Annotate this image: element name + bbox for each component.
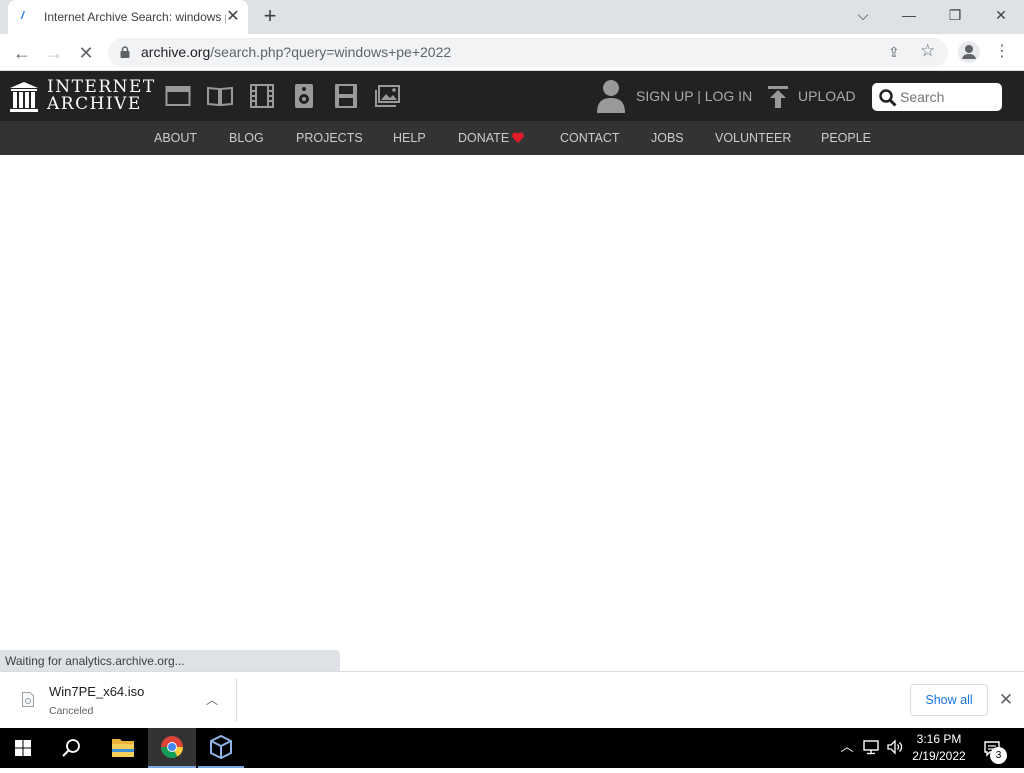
- stop-loading-button[interactable]: ✕: [73, 40, 99, 66]
- archive-building-icon: [10, 82, 38, 112]
- page-content-area: [0, 155, 1024, 650]
- browser-toolbar: ← → ✕ archive.org/search.php?query=windo…: [0, 34, 1024, 71]
- nav-about[interactable]: ABOUT: [154, 131, 197, 145]
- tab-search-icon[interactable]: ⌵: [840, 0, 886, 30]
- clock-date[interactable]: 2/19/2022: [906, 749, 972, 763]
- software-icon[interactable]: [333, 84, 359, 108]
- nav-projects[interactable]: PROJECTS: [296, 131, 363, 145]
- person-icon: [962, 45, 976, 59]
- file-explorer-button[interactable]: [100, 728, 146, 768]
- images-icon[interactable]: [375, 84, 401, 108]
- lock-icon[interactable]: [120, 46, 130, 58]
- video-icon[interactable]: [249, 84, 275, 108]
- download-file-name[interactable]: Win7PE_x64.iso: [49, 684, 144, 699]
- web-icon[interactable]: [165, 84, 191, 108]
- network-icon[interactable]: [862, 738, 880, 756]
- volume-icon[interactable]: [886, 738, 904, 756]
- nav-people[interactable]: PEOPLE: [821, 131, 871, 145]
- status-bubble: Waiting for analytics.archive.org...: [0, 650, 340, 671]
- close-download-shelf-icon[interactable]: ✕: [996, 690, 1016, 710]
- tab-title: Internet Archive Search: windows pe 2022: [44, 10, 226, 24]
- search-icon: [62, 739, 80, 757]
- upload-icon[interactable]: [768, 86, 788, 108]
- texts-icon[interactable]: [207, 84, 233, 108]
- show-hidden-icons-icon[interactable]: ︿: [838, 738, 856, 756]
- show-all-button[interactable]: Show all: [910, 684, 988, 716]
- url-host: archive.org: [141, 44, 211, 60]
- new-tab-button[interactable]: +: [259, 5, 281, 27]
- url-path: /search.php?query=windows+pe+2022: [210, 44, 452, 60]
- start-button[interactable]: [0, 728, 46, 768]
- notification-count-badge: 3: [990, 747, 1007, 764]
- profile-avatar-icon[interactable]: [958, 41, 980, 63]
- search-icon[interactable]: [879, 89, 897, 107]
- virtualbox-icon: [210, 734, 232, 760]
- page-loading-icon: /: [21, 10, 25, 22]
- ia-header: INTERNET ARCHIVE SIGN UP | LOG IN UPLOAD…: [0, 71, 1024, 121]
- back-button[interactable]: ←: [9, 40, 35, 66]
- nav-donate[interactable]: DONATE: [458, 131, 509, 145]
- tab-strip: / Internet Archive Search: windows pe 20…: [0, 0, 1024, 34]
- clock-time[interactable]: 3:16 PM: [906, 732, 972, 746]
- restore-button[interactable]: ❐: [932, 0, 978, 30]
- close-window-button[interactable]: ✕: [978, 0, 1024, 30]
- chevron-up-icon[interactable]: ︿: [204, 692, 220, 708]
- forward-button[interactable]: →: [41, 40, 67, 66]
- bookmark-star-icon[interactable]: ☆: [920, 41, 940, 61]
- heart-icon[interactable]: [512, 132, 524, 143]
- taskbar-search-button[interactable]: [48, 728, 94, 768]
- download-shelf: Win7PE_x64.iso Canceled ︿ Show all ✕: [0, 671, 1024, 728]
- chrome-taskbar-button[interactable]: [148, 728, 196, 768]
- nav-help[interactable]: HELP: [393, 131, 426, 145]
- signup-login-link[interactable]: SIGN UP | LOG IN: [636, 88, 752, 104]
- ia-logo[interactable]: INTERNET ARCHIVE: [10, 79, 154, 113]
- taskbar: ︿ 3:16 PM 2/19/2022 3: [0, 728, 1024, 768]
- minimize-button[interactable]: —: [886, 0, 932, 30]
- folder-icon: [112, 739, 134, 757]
- address-bar[interactable]: archive.org/search.php?query=windows+pe+…: [108, 38, 948, 67]
- nav-blog[interactable]: BLOG: [229, 131, 264, 145]
- virtualbox-taskbar-button[interactable]: [198, 728, 244, 768]
- windows-logo-icon: [15, 740, 31, 756]
- user-icon[interactable]: [597, 79, 625, 113]
- nav-volunteer[interactable]: VOLUNTEER: [715, 131, 791, 145]
- url-text: archive.org/search.php?query=windows+pe+…: [141, 44, 451, 60]
- logo-line-2: ARCHIVE: [47, 94, 142, 114]
- ia-logo-text: INTERNET ARCHIVE: [47, 79, 156, 113]
- ia-search-box[interactable]: [872, 83, 1002, 111]
- chrome-icon: [161, 736, 183, 758]
- nav-jobs[interactable]: JOBS: [651, 131, 684, 145]
- divider: [236, 678, 237, 722]
- browser-menu-icon[interactable]: ⋮: [992, 41, 1012, 63]
- nav-contact[interactable]: CONTACT: [560, 131, 620, 145]
- share-icon[interactable]: ⇪: [888, 44, 906, 62]
- ia-search-input[interactable]: [900, 87, 996, 107]
- browser-tab[interactable]: / Internet Archive Search: windows pe 20…: [8, 0, 248, 34]
- close-tab-icon[interactable]: ✕: [224, 8, 242, 26]
- ia-nav-bar: ABOUT BLOG PROJECTS HELP DONATE CONTACT …: [0, 121, 1024, 155]
- upload-link[interactable]: UPLOAD: [798, 88, 856, 104]
- download-status: Canceled: [49, 705, 94, 717]
- audio-icon[interactable]: [291, 84, 317, 108]
- file-icon: [22, 692, 34, 707]
